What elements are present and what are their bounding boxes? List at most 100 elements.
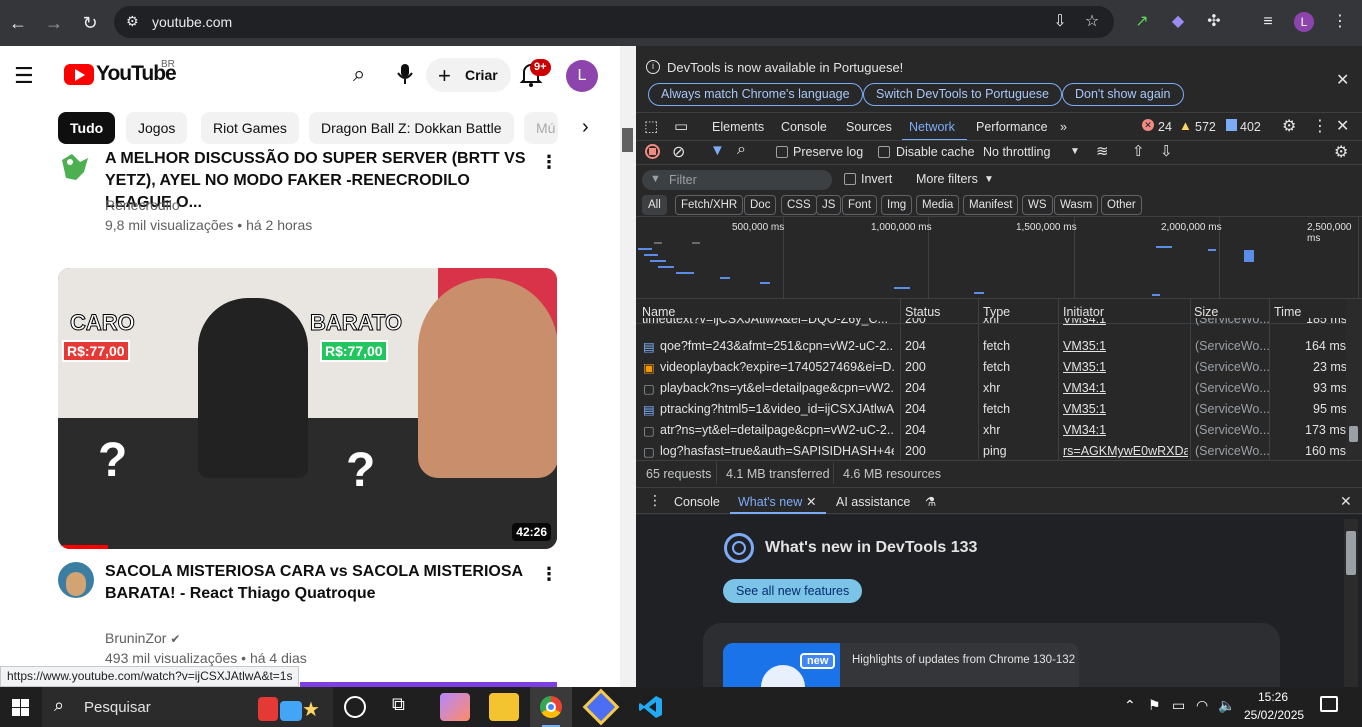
youtube-logo-icon[interactable]: [64, 64, 94, 85]
type-filter-all[interactable]: All: [642, 195, 667, 215]
table-row[interactable]: ▤ qoe?fmt=243&afmt=251&cpn=vW2-uC-2... 2…: [636, 336, 1346, 357]
reading-list-icon[interactable]: ≡: [1256, 10, 1280, 34]
drawer-tab-whats-new[interactable]: What's new: [738, 495, 802, 509]
search-icon[interactable]: ⌕: [737, 141, 746, 159]
cortana-icon[interactable]: [344, 696, 366, 718]
install-app-icon[interactable]: ⇩: [1048, 10, 1072, 34]
import-har-icon[interactable]: ⇧: [1132, 142, 1145, 160]
bookmark-star-icon[interactable]: ☆: [1080, 10, 1104, 34]
chrome-menu-icon[interactable]: ⋮: [1328, 10, 1352, 34]
column-status[interactable]: Status: [905, 305, 940, 319]
type-filter-fetch-xhr[interactable]: Fetch/XHR: [675, 195, 744, 215]
site-info-icon[interactable]: ⚙: [126, 13, 139, 30]
disable-cache-checkbox[interactable]: [878, 146, 890, 158]
table-row[interactable]: ▣ videoplayback?expire=1740527469&ei=D..…: [636, 357, 1347, 378]
type-filter-js[interactable]: JS: [816, 195, 842, 215]
row-initiator[interactable]: VM34:1: [1063, 318, 1106, 326]
file-explorer-icon[interactable]: [489, 693, 519, 721]
create-button[interactable]: + Criar: [426, 58, 511, 92]
video-thumbnail[interactable]: CARO R$:77,00 BARATO R$:77,00 ? ? 42:26: [58, 268, 557, 549]
chip-musica[interactable]: Mú: [524, 112, 558, 144]
tab-elements[interactable]: Elements: [712, 120, 764, 134]
task-view-icon[interactable]: ⧉: [392, 694, 405, 715]
row-initiator[interactable]: VM35:1: [1063, 402, 1106, 416]
type-filter-media[interactable]: Media: [916, 195, 960, 215]
dropdown-arrow-icon[interactable]: ▼: [1070, 146, 1080, 157]
microphone-icon[interactable]: [393, 61, 417, 87]
see-all-features-button[interactable]: See all new features: [723, 579, 863, 603]
table-row[interactable]: ▢ atr?ns=yt&el=detailpage&cpn=vW2-uC-2..…: [636, 420, 1346, 441]
type-filter-font[interactable]: Font: [842, 195, 878, 215]
video-title-line1[interactable]: SACOLA MISTERIOSA CARA vs SACOLA MISTERI…: [105, 561, 535, 583]
tab-sources[interactable]: Sources: [846, 120, 892, 134]
chip-dokkan-battle[interactable]: Dragon Ball Z: Dokkan Battle: [309, 112, 514, 144]
info-messages-icon[interactable]: [1226, 119, 1237, 131]
settings-gear-icon[interactable]: ⚙: [1282, 116, 1296, 136]
more-filters-button[interactable]: More filters: [916, 172, 978, 186]
reload-icon[interactable]: ↻: [76, 9, 104, 37]
channel-name[interactable]: BruninZor ✔: [105, 630, 180, 646]
drawer-scrollbar-thumb[interactable]: [1346, 531, 1356, 575]
close-drawer-icon[interactable]: ✕: [1340, 493, 1352, 510]
hamburger-menu-icon[interactable]: ☰: [14, 63, 34, 89]
drawer-menu-icon[interactable]: ⋮: [648, 492, 662, 509]
type-filter-css[interactable]: CSS: [781, 195, 817, 215]
row-initiator[interactable]: VM35:1: [1063, 360, 1106, 374]
filter-funnel-icon[interactable]: ▼: [710, 142, 725, 159]
clear-icon[interactable]: ⊘: [672, 142, 685, 162]
chip-tudo[interactable]: Tudo: [58, 112, 116, 144]
dont-show-again-button[interactable]: Don't show again: [1062, 83, 1184, 106]
back-arrow-icon[interactable]: ←: [4, 9, 32, 37]
network-tray-icon[interactable]: ⚑: [1148, 697, 1161, 714]
device-toolbar-icon[interactable]: ▭: [674, 117, 688, 135]
forward-arrow-icon[interactable]: →: [40, 9, 68, 37]
network-settings-icon[interactable]: ⚙: [1334, 142, 1348, 162]
notifications-icon[interactable]: [1320, 696, 1338, 712]
inspect-element-icon[interactable]: ⬚: [644, 117, 658, 135]
column-time[interactable]: Time: [1274, 305, 1301, 319]
column-size[interactable]: Size: [1194, 305, 1218, 319]
taskbar-search-box[interactable]: ⌕ Pesquisar ★: [42, 687, 333, 727]
battery-icon[interactable]: ▭: [1172, 697, 1185, 714]
type-filter-img[interactable]: Img: [881, 195, 913, 215]
drawer-tab-console[interactable]: Console: [674, 495, 720, 509]
switch-to-portuguese-button[interactable]: Switch DevTools to Portuguese: [863, 83, 1063, 106]
table-row[interactable]: ▢ playback?ns=yt&el=detailpage&cpn=vW2..…: [636, 378, 1347, 399]
more-actions-icon[interactable]: ⋮: [540, 564, 558, 585]
column-name[interactable]: Name: [642, 305, 675, 319]
tab-network[interactable]: Network: [909, 120, 955, 134]
extensions-puzzle-icon[interactable]: ✣: [1202, 10, 1226, 34]
windows-start-icon[interactable]: [12, 699, 29, 716]
volume-icon[interactable]: 🔈: [1218, 697, 1235, 714]
account-avatar[interactable]: L: [566, 60, 598, 92]
highlights-item[interactable]: new Highlights of updates from Chrome 13…: [723, 643, 1079, 687]
column-initiator[interactable]: Initiator: [1063, 305, 1104, 319]
page-scrollbar-thumb[interactable]: [622, 128, 633, 152]
throttling-select[interactable]: No throttling: [983, 145, 1050, 159]
vscode-icon[interactable]: [638, 694, 664, 720]
chrome-taskbar-button[interactable]: [530, 687, 572, 727]
type-filter-other[interactable]: Other: [1101, 195, 1142, 215]
search-icon[interactable]: ⌕: [353, 61, 365, 87]
more-tabs-icon[interactable]: »: [1060, 120, 1067, 134]
tab-performance[interactable]: Performance: [976, 120, 1048, 134]
chip-riot-games[interactable]: Riot Games: [201, 112, 299, 144]
dropdown-arrow-icon[interactable]: ▼: [984, 174, 994, 185]
invert-checkbox[interactable]: [844, 173, 856, 185]
always-match-language-button[interactable]: Always match Chrome's language: [648, 83, 863, 106]
warning-count[interactable]: 572: [1195, 120, 1216, 134]
profile-avatar-icon[interactable]: L: [1292, 10, 1316, 34]
channel-avatar-bruninzor[interactable]: [58, 562, 94, 598]
row-initiator[interactable]: VM35:1: [1063, 339, 1106, 353]
show-hidden-icons-icon[interactable]: ⌃: [1124, 697, 1136, 714]
type-filter-manifest[interactable]: Manifest: [963, 195, 1019, 215]
close-tab-icon[interactable]: ✕: [806, 494, 816, 509]
drawer-tab-ai-assistance[interactable]: AI assistance: [836, 495, 910, 509]
error-count[interactable]: 24: [1158, 120, 1172, 134]
export-har-icon[interactable]: ⇩: [1160, 142, 1173, 160]
preserve-log-checkbox[interactable]: [776, 146, 788, 158]
extension-chart-icon[interactable]: ↗: [1130, 10, 1154, 34]
record-stop-icon[interactable]: [645, 144, 660, 159]
warning-icon[interactable]: ▲: [1179, 118, 1192, 133]
video-title-line2[interactable]: BARATA! - React Thiago Quatroque: [105, 583, 535, 605]
